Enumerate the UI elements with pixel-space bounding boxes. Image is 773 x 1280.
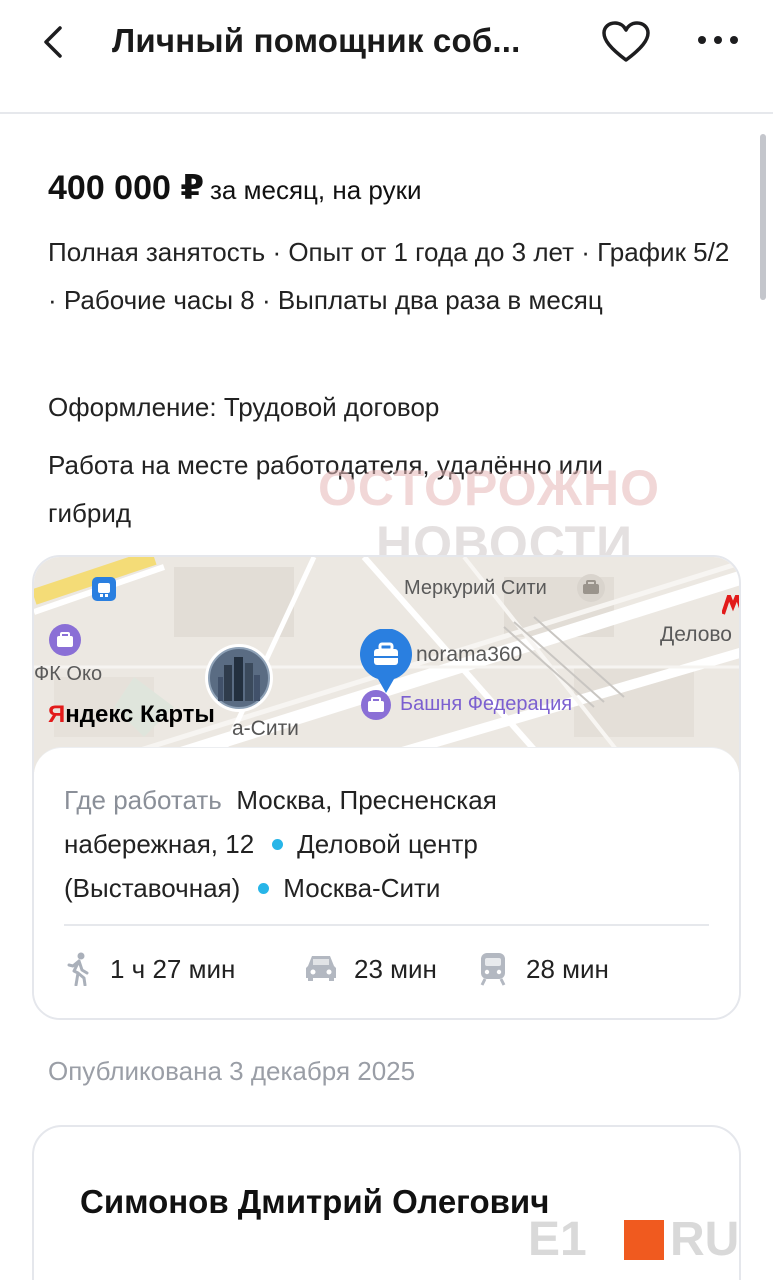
work-address: Где работать Москва, Пресненская набереж… [64,778,624,910]
train-icon [480,953,506,986]
location-info: Где работать Москва, Пресненская набереж… [34,747,739,1018]
e1-logo: E1 RU [528,1213,740,1266]
map-label-mercury[interactable]: Меркурий Сити [404,577,547,600]
briefcase-poi-icon[interactable] [48,623,82,657]
map-label-fk-oko[interactable]: ФК Око [34,663,102,686]
e1-logo-square [624,1220,664,1260]
map-label-bashnya[interactable]: Башня Федерация [400,693,572,716]
top-bar: Личный помощник соб... [0,0,773,112]
salary: 400 000 ₽ за месяц, на руки [48,168,421,208]
contract-type: Оформление: Трудовой договор [48,392,440,422]
metro-station-icon[interactable] [92,577,116,601]
route-transit-time: 28 мин [526,954,609,984]
info-divider [64,924,709,926]
watermark-line-1: ОСТОРОЖНО [318,460,661,516]
more-icon[interactable] [696,30,740,50]
location-card[interactable]: ФК Око Меркурий Сити Делово а-Сити noram… [32,555,741,1020]
employment-conditions: Полная занятость · Опыт от 1 года до 3 л… [48,237,730,315]
metro-line-dot [272,838,284,850]
heart-icon[interactable] [600,20,652,64]
briefcase-poi-icon[interactable] [576,573,606,603]
vacancy-location-pin-icon[interactable] [358,629,414,695]
work-address-label: Где работать [64,785,222,815]
map-label-city[interactable]: а-Сити [232,717,299,741]
published-date: Опубликована 3 декабря 2025 [48,1056,416,1086]
route-car-time: 23 мин [354,954,437,984]
metro-station-2: Москва-Сити [283,873,441,903]
car-icon [306,956,336,981]
map-label-panorama[interactable]: norama360 [416,643,522,667]
map[interactable]: ФК Око Меркурий Сити Делово а-Сити noram… [34,557,739,772]
page-title: Личный помощник соб... [112,22,521,59]
metro-line-dot [258,882,270,894]
route-walk-time: 1 ч 27 мин [110,954,236,984]
scrollbar[interactable] [760,134,766,300]
employer-name: Симонов Дмитрий Олегович [80,1183,550,1220]
salary-amount: 400 000 ₽ [48,169,205,207]
back-chevron-icon[interactable] [36,22,72,62]
yandex-maps-logo: Яндекс Карты [48,701,215,728]
briefcase-poi-icon[interactable] [360,689,392,721]
salary-unit: за месяц, на руки [210,175,422,205]
metro-m-icon [722,595,739,615]
walk-icon [67,952,89,986]
map-label-delovoy[interactable]: Делово [660,623,732,647]
header-divider [0,112,773,114]
